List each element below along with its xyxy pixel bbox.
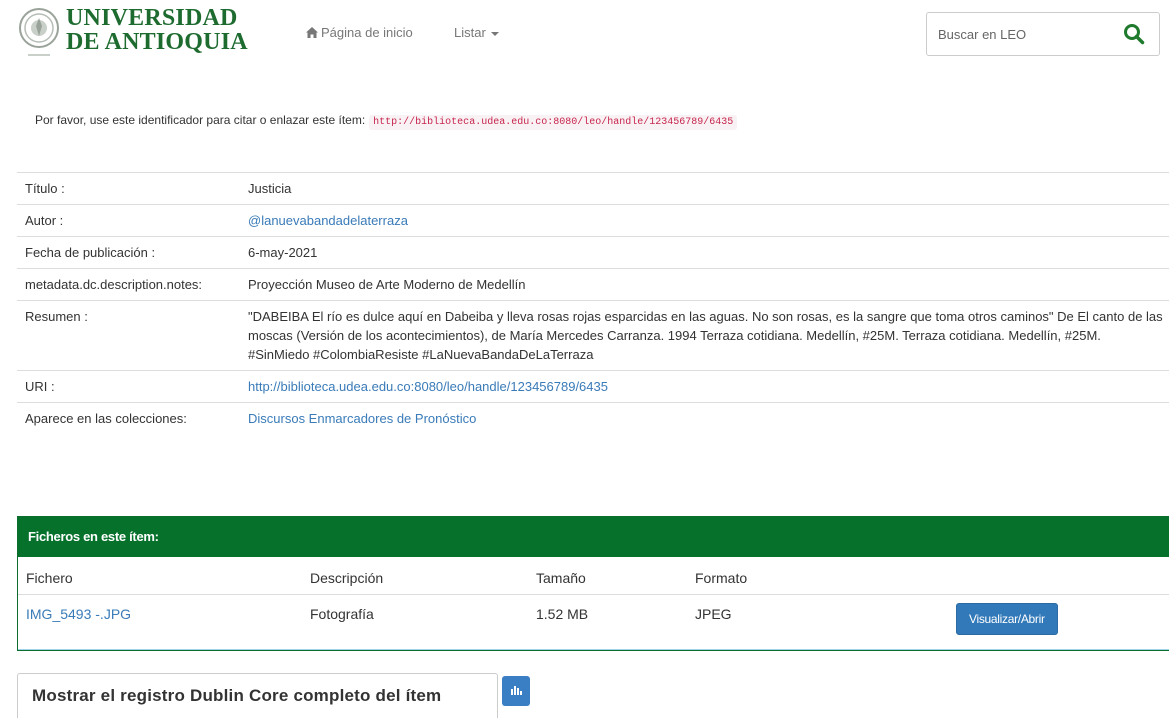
column-header-size: Tamaño	[528, 557, 687, 595]
header: UNIVERSIDAD DE ANTIOQUIA Página de inici…	[0, 0, 1169, 80]
metadata-row-notes: metadata.dc.description.notes: Proyecció…	[17, 268, 1169, 301]
logo-text: UNIVERSIDAD DE ANTIOQUIA	[66, 6, 248, 54]
logo-line-1: UNIVERSIDAD	[66, 5, 238, 31]
logo-line-2: DE ANTIOQUIA	[66, 29, 248, 55]
metadata-label: Fecha de publicación :	[17, 236, 240, 269]
collection-link[interactable]: Discursos Enmarcadores de Pronóstico	[248, 411, 476, 426]
metadata-row-abstract: Resumen : "DABEIBA El río es dulce aquí …	[17, 300, 1169, 371]
metadata-label: Resumen :	[17, 300, 240, 371]
metadata-value: "DABEIBA El río es dulce aquí en Dabeiba…	[240, 300, 1169, 371]
full-record-tab[interactable]: Mostrar el registro Dublin Core completo…	[17, 673, 498, 718]
files-panel: Ficheros en este ítem: Fichero Descripci…	[17, 516, 1169, 651]
metadata-row-date: Fecha de publicación : 6-may-2021	[17, 236, 1169, 269]
column-header-actions	[948, 557, 1169, 595]
view-open-button[interactable]: Visualizar/Abrir	[956, 603, 1058, 635]
nav-listar-label: Listar	[454, 25, 486, 40]
file-description: Fotografía	[310, 606, 374, 622]
metadata-row-collections: Aparece en las colecciones: Discursos En…	[17, 402, 1169, 434]
search-box	[926, 12, 1160, 56]
metadata-value: Justicia	[240, 172, 1169, 205]
cite-text: Por favor, use este identificador para c…	[35, 113, 366, 127]
caret-down-icon	[490, 31, 499, 36]
search-icon[interactable]	[1123, 23, 1145, 45]
uri-link[interactable]: http://biblioteca.udea.edu.co:8080/leo/h…	[248, 379, 608, 394]
metadata-label: Título :	[17, 172, 240, 205]
metadata-label: Autor :	[17, 204, 240, 237]
home-icon	[306, 27, 318, 38]
column-header-file: Fichero	[18, 557, 302, 595]
metadata-label: metadata.dc.description.notes:	[17, 268, 240, 301]
file-format: JPEG	[695, 606, 732, 622]
metadata-row-uri: URI : http://biblioteca.udea.edu.co:8080…	[17, 370, 1169, 403]
metadata-label: Aparece en las colecciones:	[17, 402, 240, 434]
nav-home-link[interactable]: Página de inicio	[306, 25, 413, 40]
column-header-description: Descripción	[302, 557, 528, 595]
author-link[interactable]: @lanuevabandadelaterraza	[248, 213, 408, 228]
cite-url: http://biblioteca.udea.edu.co:8080/leo/h…	[369, 115, 738, 130]
cite-notice: Por favor, use este identificador para c…	[35, 113, 738, 130]
file-row: IMG_5493 -.JPG Fotografía 1.52 MB JPEG V…	[18, 595, 1169, 647]
file-name-link[interactable]: IMG_5493 -.JPG	[26, 606, 131, 622]
metadata-value: 6-may-2021	[240, 236, 1169, 269]
search-input[interactable]	[928, 14, 1118, 54]
files-panel-border	[18, 649, 1169, 650]
nav-home-label: Página de inicio	[321, 25, 413, 40]
university-logo[interactable]: UNIVERSIDAD DE ANTIOQUIA	[18, 6, 248, 64]
metadata-label: URI :	[17, 370, 240, 403]
statistics-button[interactable]	[502, 676, 530, 706]
files-panel-title: Ficheros en este ítem:	[18, 517, 1169, 557]
files-table-header: Fichero Descripción Tamaño Formato	[18, 557, 1169, 595]
metadata-table: Título : Justicia Autor : @lanuevabandad…	[17, 172, 1169, 434]
file-size: 1.52 MB	[536, 606, 589, 622]
files-table: Fichero Descripción Tamaño Formato IMG_5…	[18, 557, 1169, 646]
column-header-format: Formato	[687, 557, 948, 595]
nav-listar-dropdown[interactable]: Listar	[454, 25, 499, 40]
bar-chart-icon	[511, 686, 522, 695]
metadata-value: Proyección Museo de Arte Moderno de Mede…	[240, 268, 1169, 301]
metadata-row-title: Título : Justicia	[17, 172, 1169, 205]
metadata-row-author: Autor : @lanuevabandadelaterraza	[17, 204, 1169, 237]
university-seal-icon	[19, 8, 59, 56]
